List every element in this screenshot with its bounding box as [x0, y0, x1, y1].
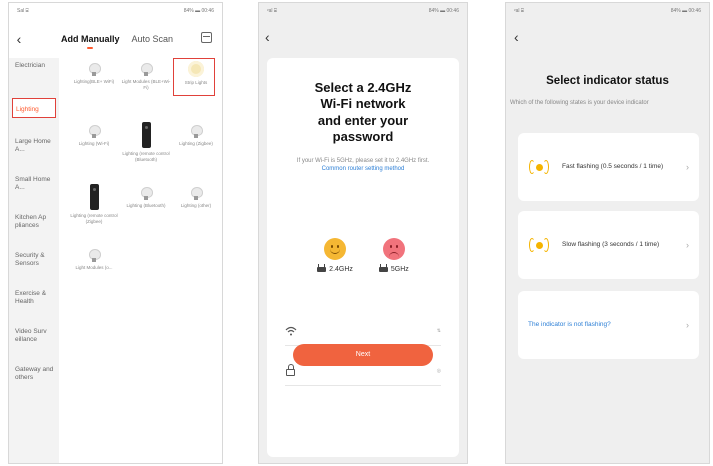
chevron-right-icon: › [686, 240, 689, 250]
device-tile[interactable]: Lighting (Bluetooth) [121, 182, 171, 242]
back-icon[interactable]: ‹ [9, 31, 29, 47]
router-icon [378, 264, 388, 272]
tab-auto-scan[interactable]: Auto Scan [132, 34, 174, 44]
device-tile[interactable]: Lighting (other) [171, 182, 221, 242]
option-slow-flashing[interactable]: Slow flashing (3 seconds / 1 time) › [518, 211, 699, 279]
indicator-status-screen: ᵛal ⌸ 84% ▬ 00:46 ‹ Select indicator sta… [505, 2, 710, 464]
sidebar-item-large-home[interactable]: Large Home A... [9, 134, 59, 172]
sidebar-item-small-home[interactable]: Small Home A... [9, 172, 59, 210]
back-icon[interactable]: ‹ [514, 29, 519, 45]
bulb-icon [89, 125, 101, 138]
status-bar: ᵛal ⌸ 84% ▬ 00:46 [259, 3, 467, 19]
device-tile[interactable]: Lighting (Wi-Fi) [69, 120, 119, 180]
selection-highlight [173, 58, 215, 96]
router-setting-link[interactable]: Common router setting method [322, 166, 405, 172]
battery-time-status: 84% ▬ 00:46 [428, 8, 459, 14]
battery-time-status: 84% ▬ 00:46 [183, 8, 214, 14]
sidebar-item-exercise[interactable]: Exercise & Health [9, 286, 59, 324]
sidebar-item-electrician[interactable]: Electrician [9, 58, 59, 96]
sidebar-item-kitchen[interactable]: Kitchen Ap pliances [9, 210, 59, 248]
router-icon [317, 264, 327, 272]
sidebar-item-lighting[interactable]: Lighting [9, 96, 59, 134]
chevron-right-icon: › [686, 162, 689, 172]
bulb-icon [89, 63, 101, 76]
lock-icon [286, 363, 295, 376]
device-tile[interactable]: Lighting (Zigbee) [171, 120, 221, 180]
sad-face-icon [382, 238, 405, 260]
bulb-icon [191, 125, 203, 138]
page-subtitle: Which of the following states is your de… [510, 100, 649, 106]
page-title: Select indicator status [546, 75, 669, 87]
page-title: Select a 2.4GHz Wi-Fi network and enter … [314, 80, 412, 144]
band-note: If your Wi-Fi is 5GHz, please set it to … [296, 158, 430, 173]
band-comparison: 2.4GHz 5GHz [267, 238, 459, 273]
remote-icon [141, 122, 151, 148]
indicator-icon [528, 234, 550, 256]
signal-status: ᵛal ⌸ [267, 8, 277, 14]
signal-status: ᵛal ⌸ [514, 8, 524, 14]
chevron-right-icon: › [686, 320, 689, 330]
sidebar-item-gateway[interactable]: Gateway and others [9, 362, 59, 400]
wifi-name-field[interactable]: ⇅ [285, 316, 441, 346]
device-tile[interactable]: Lighting (remote control (Zigbee) [69, 182, 119, 242]
sidebar-item-video[interactable]: Video Surv eillance [9, 324, 59, 362]
bulb-icon [141, 63, 153, 76]
option-fast-flashing[interactable]: Fast flashing (0.5 seconds / 1 time) › [518, 133, 699, 201]
wifi-setup-screen: ᵛal ⌸ 84% ▬ 00:46 ‹ Select a 2.4GHz Wi-F… [258, 2, 468, 464]
back-icon[interactable]: ‹ [265, 29, 270, 45]
tab-add-manually[interactable]: Add Manually [61, 34, 120, 49]
signal-status: Sal ⌸ [17, 8, 29, 14]
next-button[interactable]: Next [293, 344, 433, 366]
sidebar-item-security[interactable]: Security & Sensors [9, 248, 59, 286]
bulb-icon [89, 249, 101, 262]
device-tile[interactable]: Lighting (remote control (Bluetooth) [121, 120, 171, 180]
scan-icon[interactable] [201, 32, 212, 43]
wifi-card: Select a 2.4GHz Wi-Fi network and enter … [267, 58, 459, 457]
show-password-icon[interactable]: ◎ [437, 368, 441, 374]
band-2g: 2.4GHz [317, 238, 353, 273]
category-sidebar: Electrician Lighting Large Home A... Sma… [9, 58, 59, 463]
option-not-flashing[interactable]: The indicator is not flashing? › [518, 291, 699, 359]
bulb-icon [191, 187, 203, 200]
status-bar: Sal ⌸ 84% ▬ 00:46 [9, 3, 222, 19]
status-bar: ᵛal ⌸ 84% ▬ 00:46 [506, 3, 709, 19]
device-tile[interactable]: Lighting(BLE+ WiFi) [69, 58, 119, 118]
remote-icon [89, 184, 99, 210]
add-device-screen: Sal ⌸ 84% ▬ 00:46 ‹ Add Manually Auto Sc… [8, 2, 223, 464]
happy-face-icon [324, 238, 347, 260]
device-tile[interactable]: Light Modules (o... [69, 244, 119, 304]
bulb-icon [141, 187, 153, 200]
indicator-icon [528, 156, 550, 178]
band-5g: 5GHz [378, 238, 409, 273]
battery-time-status: 84% ▬ 00:46 [670, 8, 701, 14]
device-tile[interactable]: Light Modules (BLE+Wi-Fi) [121, 58, 171, 118]
wifi-icon [285, 325, 297, 337]
switch-network-icon[interactable]: ⇅ [437, 328, 441, 334]
top-nav: ‹ Add Manually Auto Scan [9, 29, 222, 49]
